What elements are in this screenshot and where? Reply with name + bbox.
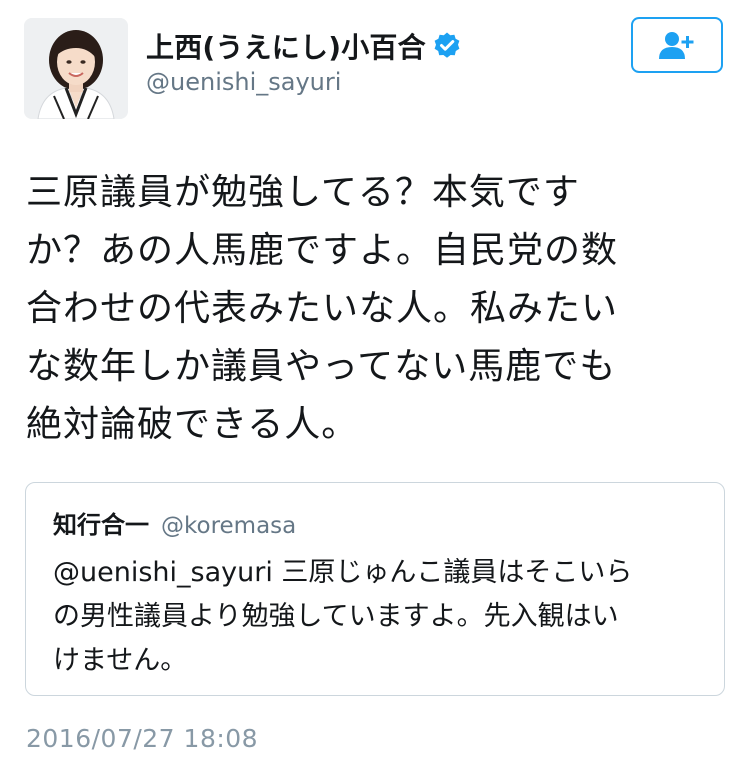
verified-badge-icon xyxy=(432,31,462,61)
tweet-timestamp[interactable]: 2016/07/27 18:08 xyxy=(26,724,258,753)
quoted-text-line: @uenishi_sayuri 三原じゅんこ議員はそこいら xyxy=(53,557,633,588)
quoted-tweet[interactable]: 知行合一 @koremasa @uenishi_sayuri 三原じゅんこ議員は… xyxy=(25,482,725,696)
quoted-display-name: 知行合一 xyxy=(53,511,149,539)
user-handle[interactable]: @uenishi_sayuri xyxy=(146,68,341,96)
user-name-row: 上西(うえにし)小百合 xyxy=(146,26,462,66)
quoted-text-line: けません。 xyxy=(53,645,188,676)
follow-button[interactable] xyxy=(631,17,723,73)
quoted-handle: @koremasa xyxy=(161,513,297,539)
quoted-tweet-text: @uenishi_sayuri 三原じゅんこ議員はそこいら の男性議員より勉強し… xyxy=(53,551,713,683)
tweet-text-line: 絶対論破できる人。 xyxy=(26,404,359,445)
tweet-text-line: か？あの人馬鹿ですよ。自民党の数 xyxy=(26,230,619,271)
avatar[interactable] xyxy=(24,18,128,119)
quoted-tweet-header: 知行合一 @koremasa xyxy=(53,505,296,540)
tweet-text-line: な数年しか議員やってない馬鹿でも xyxy=(26,346,617,387)
display-name[interactable]: 上西(うえにし)小百合 xyxy=(146,26,426,66)
tweet-text-line: 三原議員が勉強してる？本気です xyxy=(26,172,580,213)
profile-photo-icon xyxy=(24,18,128,119)
add-user-icon xyxy=(659,32,694,59)
tweet-text-line: 合わせの代表みたいな人。私みたい xyxy=(26,288,619,329)
tweet-card: 上西(うえにし)小百合 @uenishi_sayuri 三原議員が勉強してる？本… xyxy=(0,0,749,770)
tweet-text: 三原議員が勉強してる？本気です か？あの人馬鹿ですよ。自民党の数 合わせの代表み… xyxy=(26,164,726,454)
quoted-text-line: の男性議員より勉強していますよ。先入観はい xyxy=(53,601,619,632)
